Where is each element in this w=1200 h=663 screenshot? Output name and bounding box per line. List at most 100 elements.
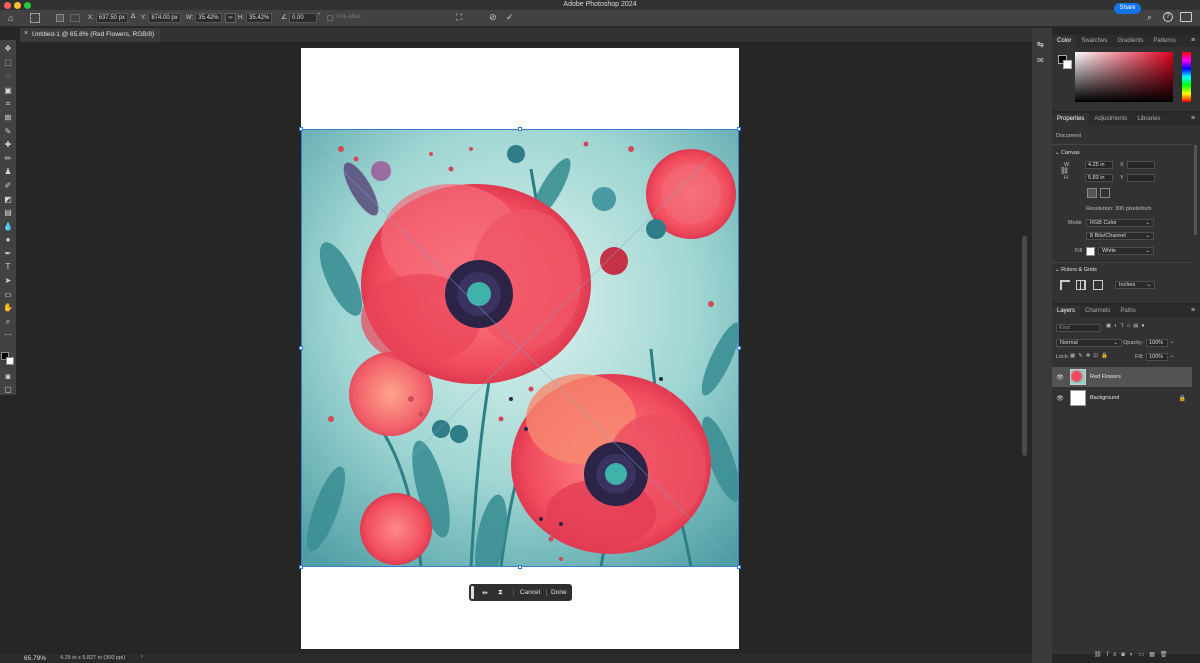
canvas-height-input[interactable]: 5.83 in [1085, 174, 1113, 182]
x-position-input[interactable]: 637.50 px [95, 13, 129, 23]
flip-vertical-icon[interactable]: ⧗ [498, 589, 503, 597]
task-bar-drag-handle[interactable] [471, 586, 474, 599]
red-flowers-image[interactable] [301, 129, 739, 567]
warp-icon[interactable]: ⛶ [456, 12, 462, 23]
fill-dropdown-icon[interactable]: ⌄ [1170, 353, 1175, 359]
reference-point-grid-icon[interactable] [70, 14, 80, 22]
ruler-units-select[interactable]: Inches ⌄ [1115, 281, 1155, 289]
share-button[interactable]: Share [1114, 3, 1141, 14]
width-input[interactable]: 35.42% [195, 13, 222, 23]
tab-color[interactable]: Color [1052, 35, 1077, 47]
rotation-input[interactable]: 0.00 [289, 13, 317, 23]
type-tool-icon[interactable]: T [3, 262, 13, 272]
portrait-orientation-button[interactable] [1087, 188, 1097, 198]
transform-handle-top[interactable] [518, 127, 522, 131]
canvas-fill-select[interactable]: White ⌄ [1098, 247, 1154, 255]
tab-swatches[interactable]: Swatches [1076, 35, 1112, 47]
help-icon[interactable]: ? [1163, 12, 1173, 22]
zoom-level[interactable]: 65.79% [24, 655, 46, 662]
frame-tool-icon[interactable]: ⊠ [3, 113, 13, 123]
layer-filter-icons[interactable]: ▣◐T⌂▤● [1106, 323, 1148, 329]
brush-tool-icon[interactable]: ✏ [3, 154, 13, 164]
properties-panel-menu-icon[interactable]: ≡ [1191, 115, 1195, 122]
link-proportions-icon[interactable]: ∞ [225, 13, 236, 23]
workspace-icon[interactable] [1180, 12, 1192, 22]
hand-tool-icon[interactable]: ✋ [3, 303, 13, 313]
layer-row-background[interactable]: 👁 Background 🔒 [1052, 388, 1192, 408]
layer-filter-kind-select[interactable]: Kind [1056, 324, 1100, 332]
reference-point-toggle[interactable] [56, 14, 64, 22]
blur-tool-icon[interactable]: 💧 [3, 222, 13, 232]
tab-adjustments[interactable]: Adjustments [1089, 113, 1132, 125]
layers-footer-icons[interactable]: ⛓fx◙◐▭▦🗑 [1094, 651, 1173, 658]
transform-handle-top-left[interactable] [299, 127, 303, 131]
canvas-section-toggle[interactable]: ⌄ Canvas [1055, 150, 1080, 156]
cancel-button[interactable]: Cancel [512, 589, 540, 596]
tab-paths[interactable]: Paths [1115, 305, 1140, 317]
degree-dropdown-icon[interactable]: ° [318, 13, 320, 19]
zoom-tool-icon[interactable]: ⌕ [3, 317, 13, 327]
lock-icon[interactable]: 🔒 [1179, 395, 1186, 402]
pen-tool-icon[interactable]: ✒ [3, 249, 13, 259]
fill-opacity-input[interactable]: 100% [1146, 353, 1168, 361]
marquee-tool-icon[interactable]: ⬚ [3, 58, 13, 68]
transform-handle-right[interactable] [737, 346, 741, 350]
close-tab-icon[interactable]: × [24, 30, 28, 37]
height-input[interactable]: 35.42% [246, 13, 273, 23]
history-panel-icon[interactable]: ↹ [1037, 40, 1044, 49]
hue-slider[interactable] [1182, 52, 1191, 102]
color-panel-menu-icon[interactable]: ≡ [1191, 37, 1195, 44]
document-tab[interactable]: Untitled-1 @ 65.8% (Red Flowers, RGB/8) [20, 28, 160, 42]
transform-handle-left[interactable] [299, 346, 303, 350]
vertical-scrollbar[interactable] [1022, 236, 1027, 456]
layers-panel-menu-icon[interactable]: ≡ [1191, 307, 1195, 314]
eraser-tool-icon[interactable]: ◩ [3, 195, 13, 205]
canvas-x-input[interactable] [1127, 161, 1155, 169]
grid-toggle-icon[interactable] [1076, 280, 1086, 290]
dodge-tool-icon[interactable]: ● [3, 235, 13, 245]
delta-icon[interactable]: ∆ [131, 13, 135, 20]
commit-transform-icon[interactable]: ✓ [506, 12, 514, 23]
crop-tool-icon[interactable]: ⌗ [3, 99, 13, 109]
rulers-section-toggle[interactable]: ⌄ Rulers & Grids [1055, 267, 1097, 273]
link-dimensions-icon[interactable]: ⛓ [1060, 167, 1069, 175]
tab-properties[interactable]: Properties [1052, 113, 1090, 125]
color-background-swatch[interactable] [1063, 60, 1072, 69]
canvas-y-input[interactable] [1127, 174, 1155, 182]
tab-gradients[interactable]: Gradients [1112, 35, 1148, 47]
canvas-fill-swatch[interactable] [1086, 247, 1095, 256]
eyedropper-tool-icon[interactable]: ✎ [3, 127, 13, 137]
transform-tool-icon[interactable] [30, 13, 40, 23]
quick-mask-icon[interactable]: ◙ [3, 372, 13, 382]
guides-toggle-icon[interactable] [1093, 280, 1103, 290]
lock-options-icons[interactable]: ▦✎✥⊡🔒 [1070, 353, 1111, 359]
tab-layers[interactable]: Layers [1052, 305, 1081, 317]
clone-stamp-tool-icon[interactable]: ♟ [3, 167, 13, 177]
flip-horizontal-icon[interactable]: ⇹ [482, 589, 488, 597]
transform-handle-bottom[interactable] [518, 565, 522, 569]
cancel-transform-icon[interactable]: ⊘ [489, 12, 497, 23]
canvas-width-input[interactable]: 4.25 in [1085, 161, 1113, 169]
mode-select[interactable]: RGB Color ⌄ [1086, 219, 1154, 227]
search-icon[interactable]: ⌕ [1147, 12, 1152, 23]
tab-channels[interactable]: Channels [1080, 305, 1115, 317]
landscape-orientation-button[interactable] [1100, 188, 1110, 198]
transform-handle-top-right[interactable] [737, 127, 741, 131]
properties-scrollbar[interactable] [1194, 145, 1197, 235]
move-tool-icon[interactable]: ✥ [3, 44, 13, 54]
tab-patterns[interactable]: Patterns [1148, 35, 1180, 47]
rulers-toggle-icon[interactable] [1060, 280, 1070, 290]
opacity-input[interactable]: 100% [1146, 339, 1168, 347]
more-tools-icon[interactable]: ⋯ [3, 330, 13, 340]
transform-handle-bottom-left[interactable] [299, 565, 303, 569]
comments-panel-icon[interactable]: ✉ [1037, 56, 1044, 65]
visibility-eye-icon[interactable]: 👁 [1054, 374, 1066, 381]
rectangle-tool-icon[interactable]: ▭ [3, 290, 13, 300]
antialias-checkbox[interactable] [327, 15, 333, 21]
background-color-swatch[interactable] [6, 357, 14, 365]
opacity-dropdown-icon[interactable]: ⌄ [1170, 339, 1175, 345]
home-icon[interactable]: ⌂ [8, 13, 13, 23]
document-info[interactable]: 4.25 in x 5.827 in (300 ppi) [60, 655, 125, 661]
gradient-tool-icon[interactable]: ▤ [3, 208, 13, 218]
status-menu-icon[interactable]: › [141, 654, 143, 660]
